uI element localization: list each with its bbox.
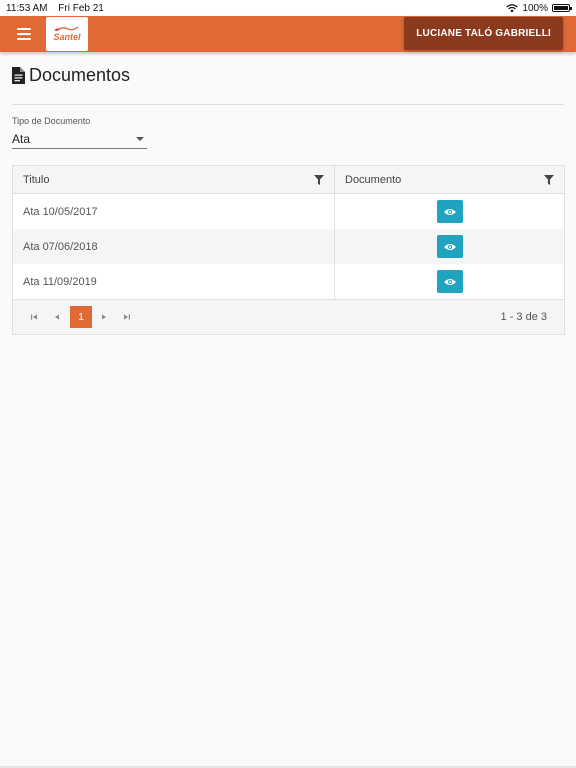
row-title: Ata 11/09/2019 <box>13 264 335 299</box>
user-name: LUCIANE TALÓ GABRIELLI <box>416 28 551 39</box>
first-page-icon[interactable] <box>23 306 45 328</box>
column-header-titulo[interactable]: Titulo <box>13 166 335 193</box>
eye-icon <box>443 243 456 250</box>
view-document-button[interactable] <box>436 235 463 258</box>
filter-icon[interactable] <box>544 174 554 185</box>
document-type-label: Tipo de Documento <box>12 116 91 126</box>
column-label-documento: Documento <box>345 173 402 186</box>
eye-icon <box>443 208 456 215</box>
document-icon <box>12 67 25 84</box>
row-action-cell <box>335 194 564 229</box>
hamburger-menu-icon[interactable] <box>17 23 39 45</box>
user-menu-button[interactable]: LUCIANE TALÓ GABRIELLI <box>404 17 563 50</box>
next-page-icon[interactable] <box>93 306 115 328</box>
status-date: Fri Feb 21 <box>58 2 104 14</box>
app-header: Santel LUCIANE TALÓ GABRIELLI <box>0 16 576 52</box>
table-row[interactable]: Ata 10/05/2017 <box>13 194 564 229</box>
status-right: 100% <box>506 2 572 14</box>
status-bar: 11:53 AM Fri Feb 21 100% <box>0 0 576 16</box>
table-row[interactable]: Ata 07/06/2018 <box>13 229 564 264</box>
santel-logo[interactable]: Santel <box>46 17 88 51</box>
document-type-select[interactable]: Ata <box>12 130 147 149</box>
row-action-cell <box>335 264 564 299</box>
status-left: 11:53 AM Fri Feb 21 <box>6 3 112 14</box>
caret-down-icon <box>136 137 144 141</box>
last-page-icon[interactable] <box>116 306 138 328</box>
view-document-button[interactable] <box>436 200 463 223</box>
page-title: Documentos <box>12 65 130 86</box>
document-type-value: Ata <box>12 132 31 146</box>
status-time: 11:53 AM <box>6 2 48 14</box>
eye-icon <box>443 278 456 285</box>
row-title: Ata 10/05/2017 <box>13 194 335 229</box>
wifi-icon <box>506 3 519 12</box>
logo-text: Santel <box>53 32 81 42</box>
row-title: Ata 07/06/2018 <box>13 229 335 264</box>
pager: 1 1 - 3 de 3 <box>13 299 564 334</box>
document-type-field: Tipo de Documento Ata <box>12 116 147 149</box>
pager-info: 1 - 3 de 3 <box>500 311 547 323</box>
documents-grid: Titulo Documento Ata 10/05/2017 Ata 07/0… <box>12 165 565 335</box>
battery-fill <box>554 6 568 10</box>
filter-icon[interactable] <box>314 174 324 185</box>
battery-percent: 100% <box>522 2 548 14</box>
table-row[interactable]: Ata 11/09/2019 <box>13 264 564 299</box>
view-document-button[interactable] <box>436 270 463 293</box>
column-header-documento[interactable]: Documento <box>335 166 564 193</box>
title-divider <box>12 104 564 105</box>
column-label-titulo: Titulo <box>23 173 50 186</box>
page-number-button[interactable]: 1 <box>70 306 92 328</box>
page-heading: Documentos <box>29 65 131 85</box>
row-action-cell <box>335 229 564 264</box>
previous-page-icon[interactable] <box>46 306 68 328</box>
battery-icon <box>552 4 572 12</box>
grid-header: Titulo Documento <box>13 166 564 194</box>
